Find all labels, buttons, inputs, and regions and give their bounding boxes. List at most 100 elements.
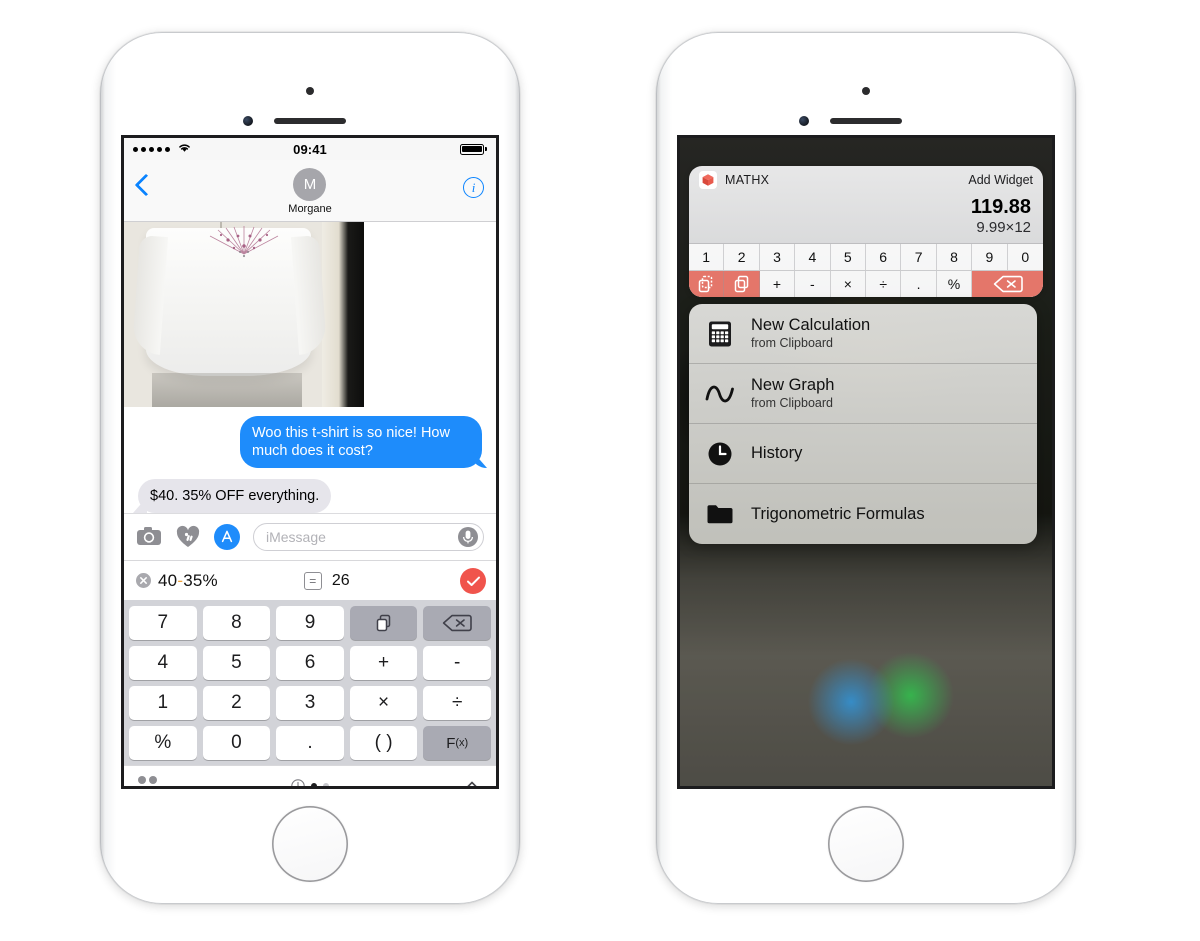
widget-result: 119.88 (970, 196, 1031, 218)
widget-key-paste-icon[interactable] (724, 271, 760, 297)
power-button[interactable] (656, 164, 660, 242)
imessage-input-bar: iMessage (124, 513, 496, 560)
key-4[interactable]: 4 (129, 646, 197, 680)
key-1[interactable]: 1 (129, 686, 197, 720)
key-3[interactable]: 3 (276, 686, 344, 720)
message-bubble-outgoing[interactable]: Woo this t-shirt is so nice! How much do… (240, 416, 482, 468)
add-widget-button[interactable]: Add Widget (968, 173, 1033, 187)
calculator-keypad: 789 4 5 6 + - 1 2 3 × ÷% 0.( ) F (x) (124, 600, 496, 765)
widget-key-delete-icon[interactable] (972, 271, 1043, 297)
home-button[interactable] (828, 806, 904, 882)
quick-action-subtitle: from Clipboard (751, 336, 833, 350)
mathx-cube-icon (699, 171, 717, 189)
widget-key-4[interactable]: 4 (795, 244, 831, 270)
key-2[interactable]: 2 (202, 686, 271, 720)
quick-action-item[interactable]: Trigonometric Formulas (689, 484, 1037, 544)
key-minus[interactable]: - (423, 646, 491, 680)
widget-key-divide[interactable]: ÷ (866, 271, 902, 297)
earpiece-speaker (274, 118, 346, 124)
info-button[interactable]: i (463, 177, 484, 198)
quick-action-item[interactable]: History (689, 424, 1037, 484)
back-chevron-icon[interactable] (136, 174, 150, 196)
key-0[interactable]: 0 (202, 726, 271, 760)
widget-key-9[interactable]: 9 (972, 244, 1008, 270)
quick-action-title: New Graph (751, 376, 835, 394)
widget-key-0[interactable]: 0 (1008, 244, 1043, 270)
heart-hand-icon[interactable] (175, 524, 201, 550)
key-copy-icon[interactable] (349, 606, 418, 640)
expression-result: 26 (331, 571, 350, 589)
proximity-sensor (306, 87, 314, 95)
embroidery-detail (209, 226, 279, 258)
key-multiply[interactable]: × (349, 686, 418, 720)
calculator-icon (705, 319, 735, 349)
clear-circle-x-icon[interactable] (136, 573, 151, 588)
silent-switch[interactable] (100, 32, 104, 60)
message-input-field[interactable]: iMessage (253, 523, 484, 551)
page-dot-active[interactable] (311, 782, 317, 786)
volume-up-button[interactable] (656, 60, 660, 112)
conversation-list: Woo this t-shirt is so nice! How much do… (124, 222, 496, 513)
page-dot[interactable] (323, 782, 329, 786)
photo-message-attachment[interactable] (124, 222, 364, 407)
key-plus[interactable]: + (349, 646, 418, 680)
widget-key-8[interactable]: 8 (937, 244, 973, 270)
key-7[interactable]: 7 (129, 606, 197, 640)
screenshot-stage: 09:41 M Morgane i Woo this t-shirt is so… (0, 0, 1200, 941)
quick-action-subtitle: from Clipboard (751, 396, 833, 410)
status-bar-time: 09:41 (293, 141, 327, 157)
send-button[interactable] (460, 568, 486, 594)
widget-key-percent[interactable]: % (937, 271, 973, 297)
key-function[interactable]: F (x) (423, 726, 491, 760)
key-parentheses[interactable]: ( ) (349, 726, 418, 760)
volume-down-button[interactable] (656, 112, 660, 164)
widget-key-decimal[interactable]: . (901, 271, 937, 297)
expression-operand-a: 40 (158, 570, 178, 590)
contact-header[interactable]: M Morgane (288, 166, 332, 215)
widget-key-copy-outline-icon[interactable] (689, 271, 725, 297)
widget-key-minus[interactable]: - (795, 271, 831, 297)
key-delete-icon[interactable] (423, 606, 491, 640)
widget-key-plus[interactable]: + (760, 271, 796, 297)
widget-header: MATHX Add Widget (689, 166, 1043, 194)
key-5[interactable]: 5 (202, 646, 271, 680)
iphone-right-screen: MATHX Add Widget 119.88 9.99×12 12345678… (680, 138, 1052, 786)
quick-action-item[interactable]: New Graph from Clipboard (689, 364, 1037, 424)
iphone-left-device: 09:41 M Morgane i Woo this t-shirt is so… (100, 32, 520, 904)
widget-key-multiply[interactable]: × (831, 271, 866, 297)
volume-up-button[interactable] (100, 60, 104, 112)
widget-display[interactable]: 119.88 9.99×12 (689, 194, 1043, 243)
widget-key-2[interactable]: 2 (724, 244, 760, 270)
microphone-icon[interactable] (457, 526, 479, 548)
widget-number-row: 1234567890 (689, 243, 1043, 270)
key-decimal[interactable]: . (276, 726, 344, 760)
avatar: M (293, 168, 327, 201)
appstore-icon[interactable] (214, 524, 240, 550)
widget-key-6[interactable]: 6 (866, 244, 902, 270)
widget-key-3[interactable]: 3 (760, 244, 796, 270)
silent-switch[interactable] (656, 32, 660, 60)
clock-icon[interactable] (291, 778, 305, 787)
sine-wave-icon (705, 379, 735, 409)
earpiece-speaker (830, 118, 902, 124)
quick-action-item[interactable]: New Calculation from Clipboard (689, 304, 1037, 364)
power-button[interactable] (100, 164, 104, 242)
widget-key-1[interactable]: 1 (689, 244, 725, 270)
camera-icon[interactable] (136, 524, 162, 550)
volume-down-button[interactable] (100, 112, 104, 164)
widget-key-5[interactable]: 5 (831, 244, 866, 270)
home-button[interactable] (272, 806, 348, 882)
key-8[interactable]: 8 (202, 606, 271, 640)
contact-name: Morgane (288, 203, 332, 215)
iphone-right-device: MATHX Add Widget 119.88 9.99×12 12345678… (656, 32, 1076, 904)
mathx-widget: MATHX Add Widget 119.88 9.99×12 12345678… (689, 166, 1043, 297)
key-percent[interactable]: % (129, 726, 197, 760)
key-6[interactable]: 6 (276, 646, 344, 680)
message-bubble-incoming[interactable]: $40. 35% OFF everything. (138, 479, 332, 513)
key-9[interactable]: 9 (276, 606, 344, 640)
widget-key-7[interactable]: 7 (901, 244, 937, 270)
key-divide[interactable]: ÷ (423, 686, 491, 720)
equals-badge: = (303, 571, 322, 590)
expression-text[interactable]: 40-35% (158, 571, 218, 591)
message-placeholder: iMessage (266, 529, 326, 545)
